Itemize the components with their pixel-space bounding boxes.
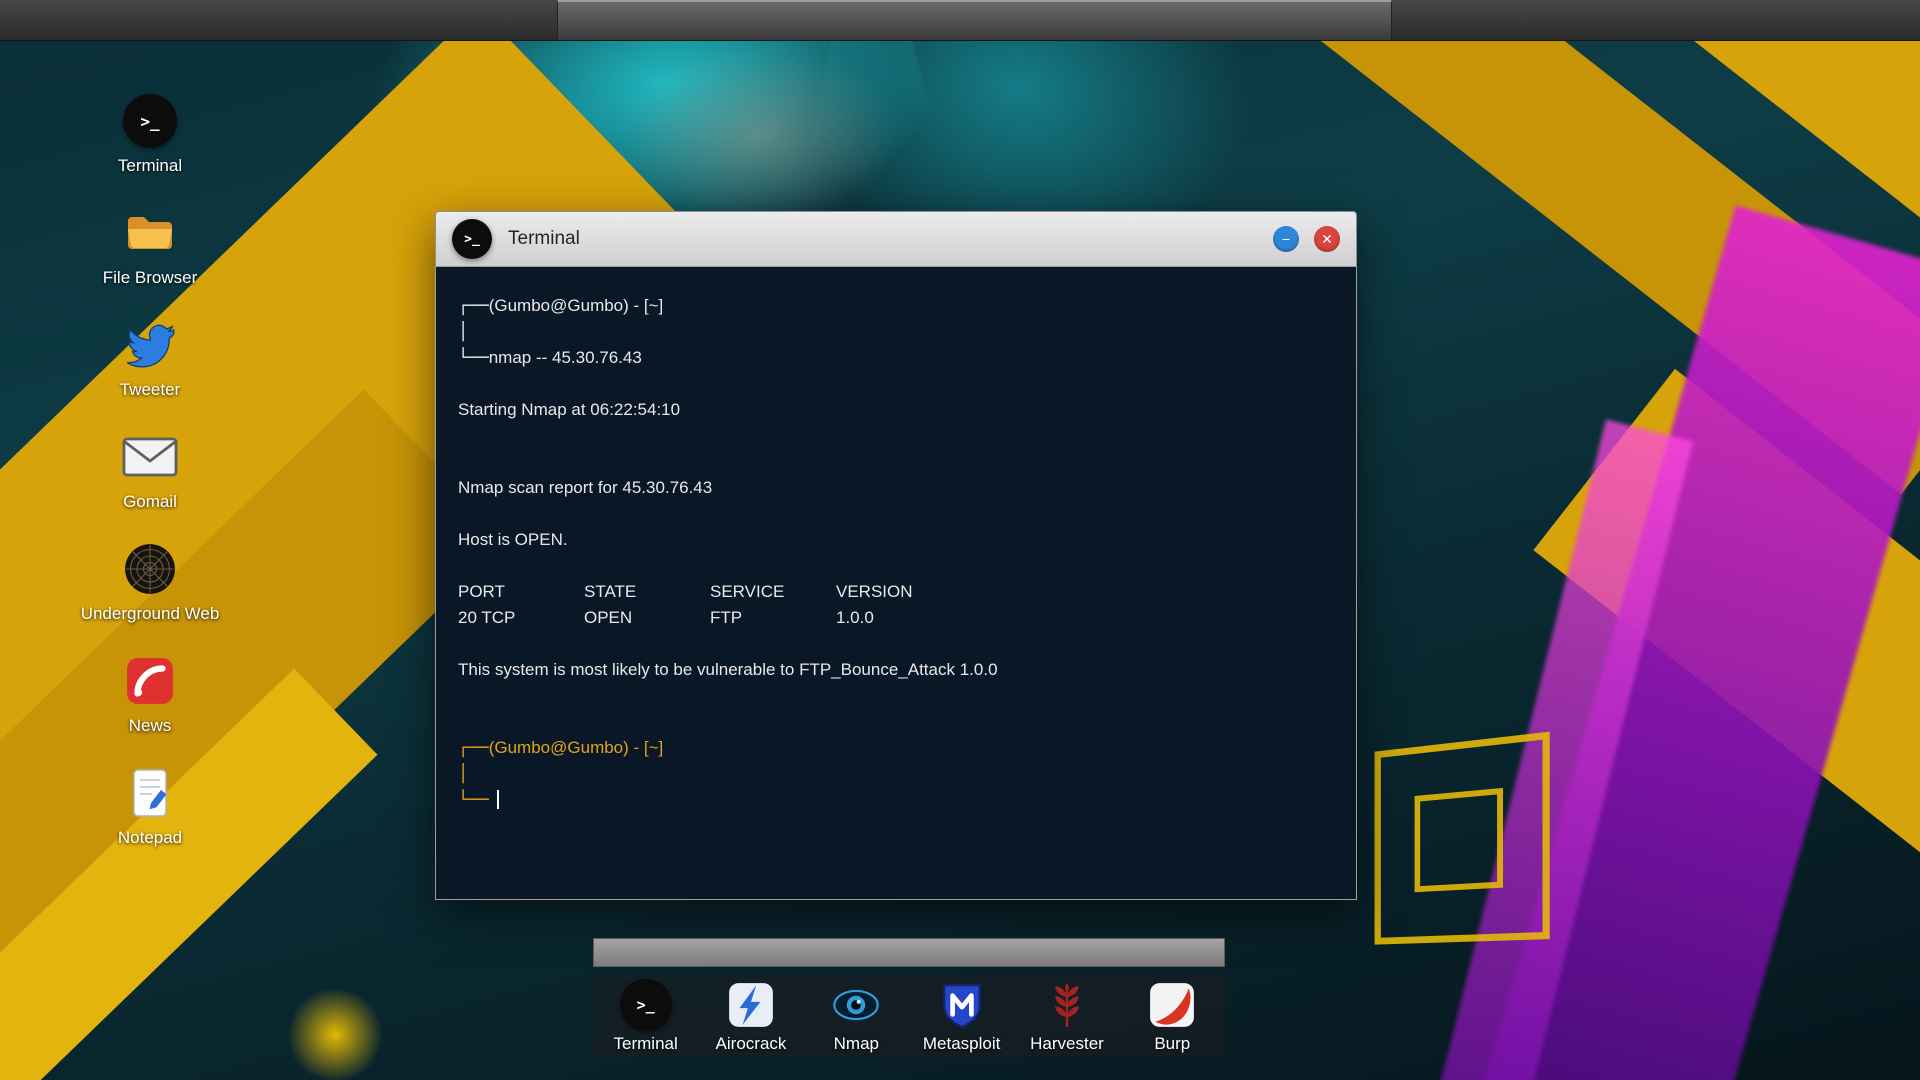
desktop-icon-terminal[interactable]: >_ Terminal: [65, 93, 235, 176]
desktop-icon-tweeter[interactable]: Tweeter: [65, 317, 235, 400]
prompt-connector: │: [458, 322, 469, 342]
column-header: SERVICE: [710, 582, 785, 601]
desktop-icon-gomail[interactable]: Gomail: [65, 429, 235, 512]
prompt-block: ┌──(Gumbo@Gumbo) - [~] │ └──nmap -- 45.3…: [458, 293, 1332, 371]
close-button[interactable]: ✕: [1314, 226, 1340, 252]
prompt-block-active: ┌──(Gumbo@Gumbo) - [~] │ └──: [458, 735, 1332, 813]
desktop-icon-label: Gomail: [123, 492, 177, 511]
scan-table-header: PORT STATE SERVICE VERSION: [458, 579, 1332, 605]
desktop-icon-file-browser[interactable]: File Browser: [65, 205, 235, 288]
close-icon: ✕: [1321, 231, 1333, 247]
wallpaper-shape: [277, 977, 393, 1080]
prompt-connector: │: [458, 764, 469, 784]
table-cell: 1.0.0: [836, 608, 874, 627]
desktop-icon-underground-web[interactable]: Underground Web: [65, 541, 235, 624]
table-cell: OPEN: [584, 608, 633, 627]
bird-icon: [122, 317, 178, 373]
desktop-icon-label: Terminal: [117, 156, 183, 175]
dock-item-label: Airocrack: [715, 1034, 787, 1053]
minimize-icon: −: [1281, 231, 1291, 247]
dock-item-label: Metasploit: [922, 1034, 1001, 1053]
desktop-icon-label: File Browser: [102, 268, 198, 287]
prompt-user: (Gumbo@Gumbo) - [~]: [488, 296, 664, 315]
terminal-glyph: >_: [140, 111, 160, 131]
terminal-window-icon: >_: [452, 219, 492, 259]
dock-panel: >_ Terminal Airocrack Nmap Metasploit Ha…: [593, 938, 1225, 1057]
dock-item-metasploit[interactable]: Metasploit: [912, 979, 1012, 1054]
terminal-glyph: >_: [636, 996, 655, 1014]
minimize-button[interactable]: −: [1273, 226, 1299, 252]
dock-item-harvester[interactable]: Harvester: [1017, 979, 1117, 1054]
dock: >_ Terminal Airocrack Nmap Metasploit Ha…: [593, 974, 1225, 1057]
input-line: └──: [458, 787, 1332, 813]
nmap-starting-line: Starting Nmap at 06:22:54:10: [458, 400, 681, 419]
prompt-line: ┌──(Gumbo@Gumbo) - [~]: [458, 296, 664, 316]
window-controls: − ✕: [1273, 226, 1340, 252]
desktop-icon-label: Notepad: [117, 828, 183, 847]
scan-table-row: 20 TCP OPEN FTP 1.0.0: [458, 605, 1332, 631]
desktop-icon-news[interactable]: News: [65, 653, 235, 736]
column-header: VERSION: [836, 582, 913, 601]
news-icon: [122, 653, 178, 709]
dock-handle[interactable]: [593, 938, 1225, 967]
spiderweb-icon: [122, 541, 178, 597]
burp-icon: [1146, 979, 1198, 1031]
terminal-icon: >_: [122, 93, 178, 149]
prompt-line: ┌──(Gumbo@Gumbo) - [~]: [458, 738, 664, 758]
window-title: Terminal: [508, 228, 580, 249]
wallpaper-cube-outline: [1414, 787, 1504, 893]
desktop-icon-label: Underground Web: [80, 604, 220, 623]
terminal-cursor: [496, 790, 499, 809]
table-cell: 20 TCP: [458, 608, 516, 627]
table-cell: FTP: [710, 608, 743, 627]
dock-item-airocrack[interactable]: Airocrack: [701, 979, 801, 1054]
command-text: nmap -- 45.30.76.43: [488, 348, 642, 367]
desktop-icon-label: News: [128, 716, 172, 735]
airocrack-icon: [725, 979, 777, 1031]
dock-item-label: Nmap: [833, 1034, 879, 1053]
column-header: PORT: [458, 582, 505, 601]
folder-icon: [122, 205, 178, 261]
harvester-wheat-icon: [1041, 979, 1093, 1031]
prompt-user: (Gumbo@Gumbo) - [~]: [488, 738, 664, 757]
host-status-line: Host is OPEN.: [458, 530, 568, 549]
dock-item-burp[interactable]: Burp: [1122, 979, 1222, 1054]
command-line: └──nmap -- 45.30.76.43: [458, 348, 642, 368]
notepad-icon: [122, 765, 178, 821]
envelope-icon: [122, 429, 178, 485]
terminal-window: >_ Terminal − ✕ ┌──(Gumbo@Gumbo) - [~] │…: [435, 211, 1357, 900]
nmap-eye-icon: [830, 979, 882, 1031]
terminal-icon: >_: [619, 979, 672, 1031]
terminal-glyph: >_: [464, 231, 480, 247]
desktop-icon-column: >_ Terminal File Browser Tweeter Gomail …: [75, 93, 225, 848]
desktop-icon-notepad[interactable]: Notepad: [65, 765, 235, 848]
terminal-output[interactable]: ┌──(Gumbo@Gumbo) - [~] │ └──nmap -- 45.3…: [435, 267, 1357, 900]
dock-item-label: Terminal: [613, 1034, 678, 1053]
dock-item-terminal[interactable]: >_ Terminal: [596, 979, 696, 1054]
dock-item-label: Burp: [1154, 1034, 1191, 1053]
top-panel: [0, 0, 1920, 41]
desktop-icon-label: Tweeter: [119, 380, 181, 399]
metasploit-shield-icon: [936, 979, 988, 1031]
dock-item-label: Harvester: [1030, 1034, 1104, 1053]
nmap-report-line: Nmap scan report for 45.30.76.43: [458, 478, 713, 497]
column-header: STATE: [584, 582, 637, 601]
desktop: >_ Terminal File Browser Tweeter Gomail …: [0, 0, 1920, 1080]
scan-table: PORT STATE SERVICE VERSION 20 TCP OPEN F…: [458, 579, 1332, 631]
vulnerability-line: This system is most likely to be vulnera…: [458, 660, 998, 679]
dock-item-nmap[interactable]: Nmap: [806, 979, 906, 1054]
taskbar-window-segment[interactable]: [557, 0, 1392, 40]
terminal-titlebar[interactable]: >_ Terminal − ✕: [435, 211, 1357, 267]
